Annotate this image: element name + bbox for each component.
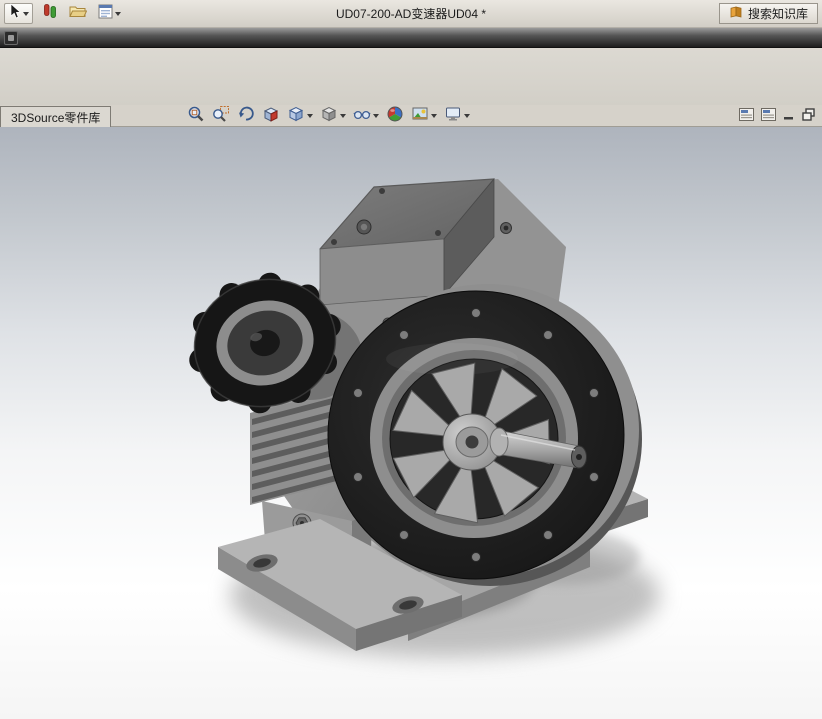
view-orientation-icon — [287, 105, 305, 128]
previous-view-button[interactable] — [236, 104, 256, 129]
solidworks-window: UD07-200-AD变速器UD04 * 搜索知识库 3DSource零件库 — [0, 0, 822, 719]
folder-icon — [69, 4, 88, 24]
zoom-to-area-icon — [212, 105, 230, 128]
zoom-to-fit-button[interactable] — [186, 104, 206, 129]
graphics-area[interactable] — [0, 127, 822, 719]
menu-band — [0, 28, 822, 48]
properties-tool-button[interactable] — [96, 3, 123, 24]
panel-tab-row: 3DSource零件库 — [0, 105, 822, 127]
edit-appearance-button[interactable] — [385, 104, 405, 129]
doc-window-icon — [761, 108, 776, 126]
edit-appearance-icon — [386, 105, 404, 128]
open-document-button[interactable] — [67, 3, 89, 24]
component-tool-button[interactable] — [40, 3, 60, 24]
view-orientation-button[interactable] — [286, 104, 314, 129]
apply-scene-button[interactable] — [410, 104, 438, 129]
document-window-controls — [739, 108, 816, 126]
view-settings-button[interactable] — [443, 104, 471, 129]
dropdown-caret-icon — [307, 114, 313, 118]
knowledge-book-icon — [729, 5, 743, 22]
previous-view-icon — [237, 105, 255, 128]
knowledge-search-button[interactable]: 搜索知识库 — [718, 3, 818, 24]
library-tab[interactable]: 3DSource零件库 — [0, 106, 112, 127]
doc-window-button-2[interactable] — [761, 108, 776, 126]
display-style-icon — [320, 105, 338, 128]
select-tool-button[interactable] — [4, 3, 33, 24]
command-manager-area — [0, 48, 822, 105]
library-tab-label: 3DSource零件库 — [11, 110, 101, 125]
minimize-icon — [783, 108, 795, 126]
zoom-to-area-button[interactable] — [211, 104, 231, 129]
apply-scene-icon — [411, 105, 429, 128]
red-green-pins-icon — [42, 3, 58, 24]
knowledge-search-label: 搜索知识库 — [747, 7, 808, 21]
hide-show-items-button[interactable] — [352, 104, 380, 129]
dropdown-caret-icon — [115, 11, 121, 16]
view-settings-icon — [444, 105, 462, 128]
collapsed-menu-icon[interactable] — [4, 30, 18, 45]
doc-window-icon — [739, 108, 754, 126]
dropdown-caret-icon — [23, 11, 29, 16]
section-view-button[interactable] — [261, 104, 281, 129]
quick-access-toolbar — [0, 3, 123, 24]
dropdown-caret-icon — [373, 114, 379, 118]
dropdown-caret-icon — [464, 114, 470, 118]
heads-up-toolbar — [186, 105, 471, 127]
doc-window-button-1[interactable] — [739, 108, 754, 126]
titlebar: UD07-200-AD变速器UD04 * 搜索知识库 — [0, 0, 822, 28]
dropdown-caret-icon — [431, 114, 437, 118]
restore-icon — [802, 108, 816, 126]
minimize-button[interactable] — [783, 108, 795, 126]
form-icon — [98, 4, 113, 24]
section-view-icon — [262, 105, 280, 128]
display-style-button[interactable] — [319, 104, 347, 129]
hide-show-items-icon — [353, 105, 371, 128]
model-3d-view[interactable] — [0, 127, 822, 719]
cursor-arrow-icon — [8, 3, 22, 24]
document-title: UD07-200-AD变速器UD04 * — [335, 7, 487, 21]
dropdown-caret-icon — [340, 114, 346, 118]
zoom-to-fit-icon — [187, 105, 205, 128]
restore-button[interactable] — [802, 108, 816, 126]
